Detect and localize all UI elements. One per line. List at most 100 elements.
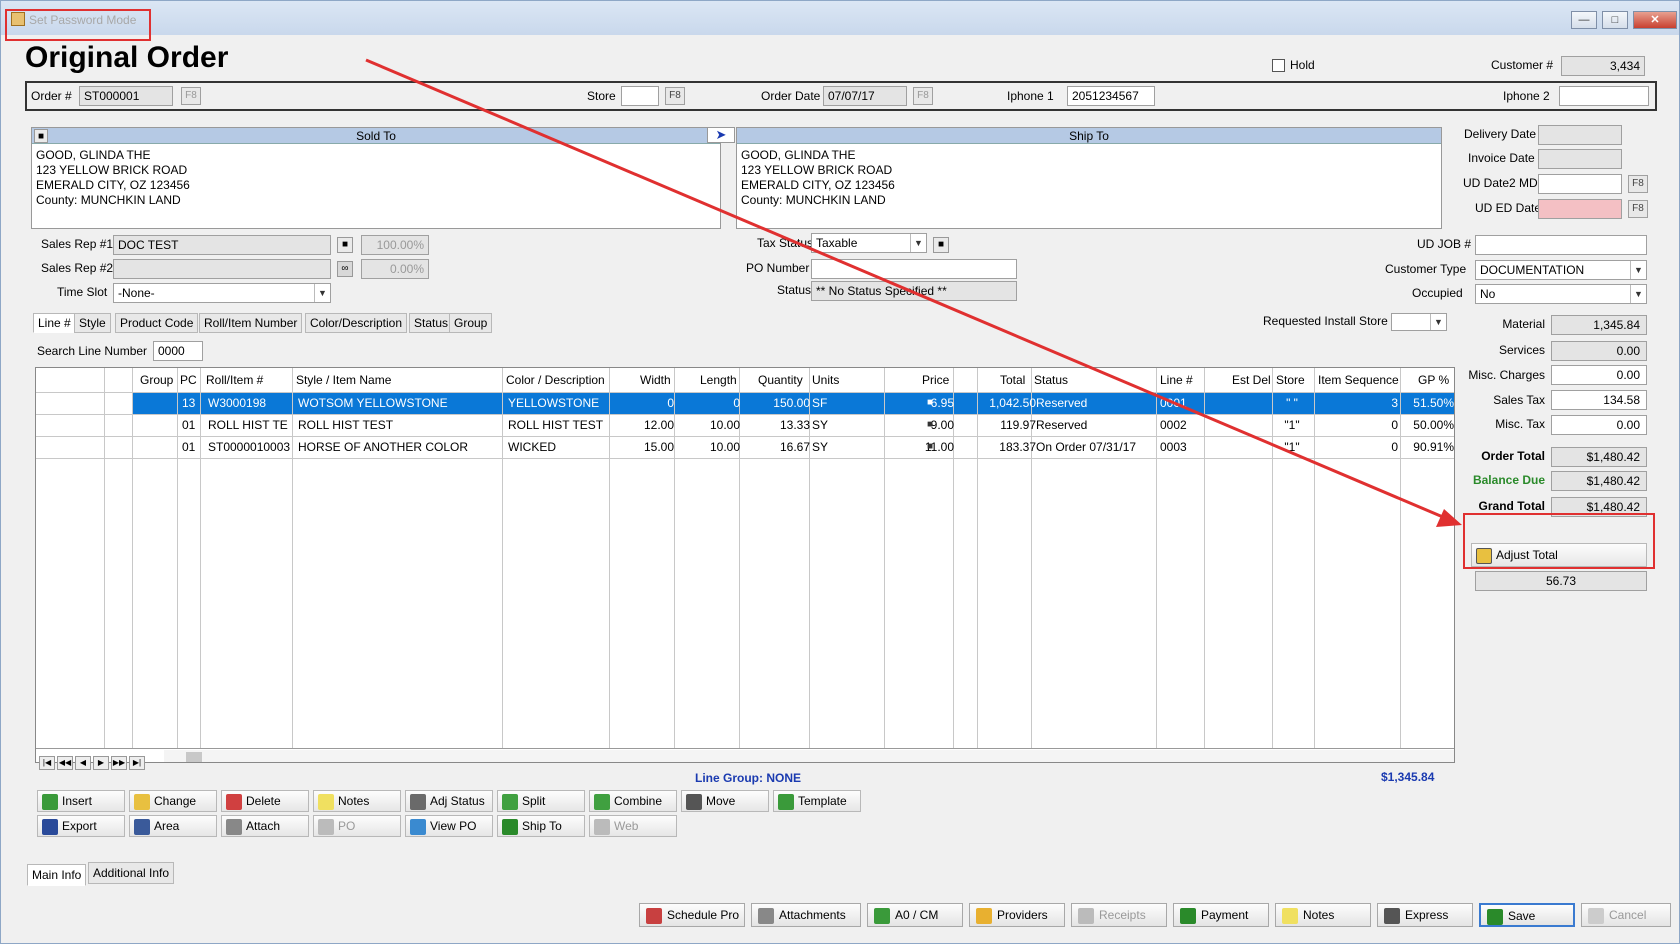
- lock-icon[interactable]: ■: [933, 237, 949, 253]
- column-header[interactable]: Units: [812, 368, 839, 392]
- tab-color-description[interactable]: Color/Description: [305, 313, 408, 333]
- grid-cell-total[interactable]: 1,042.50: [976, 392, 1036, 414]
- tab-style[interactable]: Style: [74, 313, 111, 333]
- grid-cell-price[interactable]: 6.95: [884, 392, 954, 414]
- receipts-button[interactable]: Receipts: [1071, 903, 1167, 927]
- order-date-lookup-button[interactable]: F8: [913, 87, 933, 105]
- grid-cell-style[interactable]: ROLL HIST TEST: [298, 414, 504, 436]
- grid-cell-price[interactable]: 11.00: [884, 436, 954, 458]
- delete-button[interactable]: Delete: [221, 790, 309, 812]
- grid-cell-seq[interactable]: 3: [1314, 392, 1398, 414]
- misc-charges-field[interactable]: 0.00: [1551, 365, 1647, 385]
- ud-ed-date-lookup-button[interactable]: F8: [1628, 200, 1648, 218]
- grid-cell-width[interactable]: 0: [608, 392, 674, 414]
- view-po-button[interactable]: View PO: [405, 815, 493, 837]
- grid-cell-roll[interactable]: ST0000010003: [208, 436, 294, 458]
- column-header[interactable]: PC: [180, 368, 197, 392]
- export-button[interactable]: Export: [37, 815, 125, 837]
- tax-status-select[interactable]: Taxable ▼: [811, 233, 927, 253]
- prev-page-icon[interactable]: ◀◀: [57, 756, 73, 770]
- grid-cell-units[interactable]: SY: [812, 436, 852, 458]
- tab-roll-item-number[interactable]: Roll/Item Number: [199, 313, 303, 333]
- grid-cell-status[interactable]: On Order 07/31/17: [1036, 436, 1156, 458]
- grid-cell-color[interactable]: ROLL HIST TEST: [508, 414, 608, 436]
- move-button[interactable]: Move: [681, 790, 769, 812]
- grid-cell-roll[interactable]: ROLL HIST TE: [208, 414, 294, 436]
- column-header[interactable]: Line #: [1160, 368, 1193, 392]
- tab-additional-info[interactable]: Additional Info: [88, 862, 175, 884]
- tab-product-code[interactable]: Product Code: [115, 313, 199, 333]
- attachments-button[interactable]: Attachments: [751, 903, 861, 927]
- column-header[interactable]: Width: [640, 368, 671, 392]
- grid-cell-estdel[interactable]: [1206, 392, 1270, 414]
- grid-cell-qty[interactable]: 150.00: [740, 392, 810, 414]
- column-header[interactable]: Style / Item Name: [296, 368, 391, 392]
- grid-cell-estdel[interactable]: [1206, 414, 1270, 436]
- grid-cell-pc[interactable]: 01: [182, 436, 202, 458]
- grid-cell-group[interactable]: [106, 392, 136, 414]
- misc-tax-field[interactable]: 0.00: [1551, 415, 1647, 435]
- ud-job-field[interactable]: [1475, 235, 1647, 255]
- tab-group[interactable]: Group: [449, 313, 493, 333]
- close-button[interactable]: ✕: [1633, 11, 1677, 29]
- copy-address-arrow-icon[interactable]: ➤: [707, 127, 735, 143]
- insert-button[interactable]: Insert: [37, 790, 125, 812]
- grid-cell-units[interactable]: SY: [812, 414, 852, 436]
- grid-cell-width[interactable]: 12.00: [608, 414, 674, 436]
- grid-cell-qty[interactable]: 16.67: [740, 436, 810, 458]
- change-button[interactable]: Change: [129, 790, 217, 812]
- column-header[interactable]: Roll/Item #: [206, 368, 263, 392]
- grid-cell-gp[interactable]: 51.50%: [1400, 392, 1454, 414]
- ao-cm-button[interactable]: A0 / CM: [867, 903, 963, 927]
- column-header[interactable]: Length: [700, 368, 737, 392]
- express-button[interactable]: Express: [1377, 903, 1473, 927]
- grid-cell-units[interactable]: SF: [812, 392, 852, 414]
- attach-button[interactable]: Attach: [221, 815, 309, 837]
- grid-cell-estdel[interactable]: [1206, 436, 1270, 458]
- next-record-icon[interactable]: ▶: [93, 756, 109, 770]
- grid-cell-length[interactable]: 10.00: [674, 436, 740, 458]
- first-record-icon[interactable]: |◀: [39, 756, 55, 770]
- cancel-button[interactable]: Cancel: [1581, 903, 1671, 927]
- store-field[interactable]: [621, 86, 659, 106]
- tab-status[interactable]: Status: [409, 313, 454, 333]
- grid-cell-color[interactable]: YELLOWSTONE: [508, 392, 608, 414]
- store-lookup-button[interactable]: F8: [665, 87, 685, 105]
- grid-cell-gp[interactable]: 50.00%: [1400, 414, 1454, 436]
- last-record-icon[interactable]: ▶|: [129, 756, 145, 770]
- grid-cell-group[interactable]: [106, 436, 136, 458]
- combine-button[interactable]: Combine: [589, 790, 677, 812]
- requested-install-select[interactable]: ▼: [1391, 313, 1447, 331]
- notes-footer-button[interactable]: Notes: [1275, 903, 1371, 927]
- grid-cell-gp[interactable]: 90.91%: [1400, 436, 1454, 458]
- po-button[interactable]: PO: [313, 815, 401, 837]
- po-number-field[interactable]: [811, 259, 1017, 279]
- grid-cell-qty[interactable]: 13.33: [740, 414, 810, 436]
- grid-cell-total[interactable]: 119.97: [976, 414, 1036, 436]
- adj-status-button[interactable]: Adj Status: [405, 790, 493, 812]
- column-header[interactable]: Est Del: [1232, 368, 1271, 392]
- grid-cell-price[interactable]: 9.00: [884, 414, 954, 436]
- notes-button[interactable]: Notes: [313, 790, 401, 812]
- invoice-date-field[interactable]: [1538, 149, 1622, 169]
- column-header[interactable]: Total: [1000, 368, 1025, 392]
- tab-main-info[interactable]: Main Info: [27, 864, 87, 886]
- horizontal-scrollbar[interactable]: [164, 750, 1454, 762]
- providers-button[interactable]: Providers: [969, 903, 1065, 927]
- sales-rep1-field[interactable]: DOC TEST: [113, 235, 331, 255]
- maximize-button[interactable]: □: [1602, 11, 1628, 29]
- column-header[interactable]: Quantity: [758, 368, 803, 392]
- order-number-field[interactable]: ST000001: [79, 86, 173, 106]
- grid-cell-width[interactable]: 15.00: [608, 436, 674, 458]
- column-header[interactable]: Price: [922, 368, 949, 392]
- grid-cell-pc[interactable]: 01: [182, 414, 202, 436]
- sales-tax-field[interactable]: 134.58: [1551, 390, 1647, 410]
- grid-cell-status[interactable]: Reserved: [1036, 392, 1156, 414]
- schedule-pro-button[interactable]: Schedule Pro: [639, 903, 745, 927]
- lock-icon[interactable]: ■: [337, 237, 353, 253]
- grid-cell-status[interactable]: Reserved: [1036, 414, 1156, 436]
- hold-checkbox[interactable]: [1272, 59, 1285, 72]
- grid-cell-store[interactable]: " ": [1272, 392, 1312, 414]
- ud-date2-lookup-button[interactable]: F8: [1628, 175, 1648, 193]
- column-header[interactable]: Group: [140, 368, 173, 392]
